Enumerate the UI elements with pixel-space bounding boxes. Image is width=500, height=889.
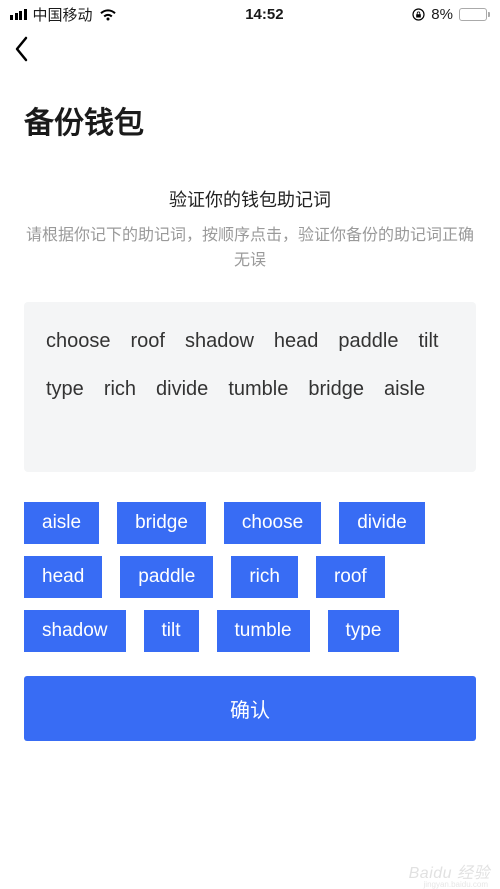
word-chip[interactable]: paddle [120, 556, 213, 598]
word-chip[interactable]: bridge [117, 502, 206, 544]
status-right: 8% [412, 6, 490, 23]
nav-bar [0, 28, 500, 74]
phrase-word: divide [156, 376, 208, 402]
phrase-word: tumble [228, 376, 288, 402]
phrase-words: choose roof shadow head paddle tilt type richdi… [46, 328, 454, 402]
status-left: 中国移动 [10, 4, 117, 25]
phrase-word: paddle [338, 328, 398, 354]
lock-icon [412, 8, 425, 21]
word-chip[interactable]: shadow [24, 610, 126, 652]
word-chip[interactable]: choose [224, 502, 321, 544]
wifi-icon [99, 8, 117, 21]
word-chip[interactable]: type [328, 610, 400, 652]
word-chips: aisle bridge choose divide head paddle richroo… [24, 502, 476, 652]
status-bar: 中国移动 14:52 8% [0, 0, 500, 28]
phrase-word: choose [46, 328, 111, 354]
chevron-left-icon [14, 36, 30, 62]
selected-phrase-box: choose roof shadow head paddle tilt type richdi… [24, 302, 476, 472]
watermark-sub: jingyan.baidu.com [424, 880, 488, 889]
phrase-word: rich [104, 376, 136, 402]
carrier-label: 中国移动 [33, 4, 93, 25]
phrase-word: tilt [418, 328, 438, 354]
word-chip[interactable]: tilt [144, 610, 199, 652]
word-chip[interactable]: roof [316, 556, 385, 598]
phrase-word: head [274, 328, 319, 354]
content: 备份钱包 验证你的钱包助记词 请根据你记下的助记词，按顺序点击，验证你备份的助记… [0, 98, 500, 741]
phrase-word: bridge [308, 376, 364, 402]
signal-icon [10, 9, 27, 20]
word-chip[interactable]: tumble [217, 610, 310, 652]
status-time: 14:52 [245, 6, 283, 23]
battery-icon [459, 8, 490, 21]
word-chip[interactable]: aisle [24, 502, 99, 544]
confirm-button[interactable]: 确认 [24, 676, 476, 741]
phrase-word: shadow [185, 328, 254, 354]
word-chip[interactable]: head [24, 556, 102, 598]
phrase-word: type [46, 376, 84, 402]
page-title: 备份钱包 [24, 98, 476, 142]
phrase-word: roof [131, 328, 165, 354]
phrase-word: aisle [384, 376, 425, 402]
word-chip[interactable]: rich [231, 556, 298, 598]
section-title: 验证你的钱包助记词 [24, 186, 476, 212]
back-button[interactable] [14, 36, 30, 67]
section-desc: 请根据你记下的助记词，按顺序点击，验证你备份的助记词正确无误 [24, 224, 476, 274]
battery-pct: 8% [431, 6, 453, 23]
word-chip[interactable]: divide [339, 502, 425, 544]
